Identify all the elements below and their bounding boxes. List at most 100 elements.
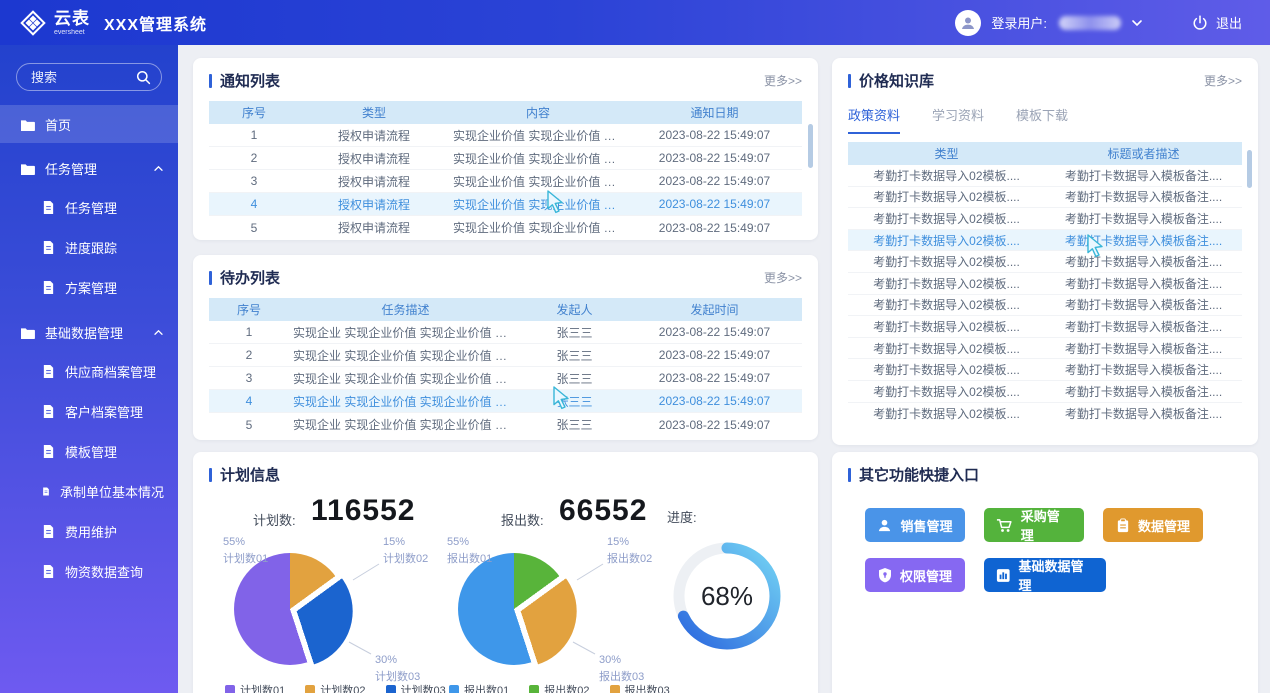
pie-label: 15% 计划数02 [383,536,429,565]
table-row[interactable]: 考勤打卡数据导入02模板.... 考勤打卡数据导入模板备注.... [848,272,1242,295]
cursor-icon [553,386,569,410]
bar-chart-icon [996,568,1010,582]
purchase-management-button[interactable]: 采购管理 [984,508,1084,543]
permission-management-button[interactable]: 权限管理 [865,558,965,592]
document-icon [43,487,49,495]
table-row[interactable]: 考勤打卡数据导入02模板.... 考勤打卡数据导入模板备注.... [848,337,1242,360]
price-knowledge-panel: 价格知识库 更多>> 政策资料 学习资料 模板下载 类型 标题或者描述 考勤打卡… [832,58,1258,445]
cursor-icon [547,190,563,214]
sidebar-item-progress-tracking[interactable]: 进度跟踪 [0,227,178,267]
table-row[interactable]: 2 实现企业 实现企业价值 实现企业价值 为客户谋利益... 张三三 2023-… [209,344,802,367]
sales-management-button[interactable]: 销售管理 [865,508,965,542]
sidebar-item-contractor-info[interactable]: 承制单位基本情况 [0,471,178,511]
table-header: 类型 标题或者描述 [848,142,1242,165]
legend-color-swatch [225,685,235,693]
legend-color-swatch [529,685,540,693]
more-link[interactable]: 更多>> [764,269,802,286]
document-icon [43,564,54,578]
sidebar-item-customer-archives[interactable]: 客户档案管理 [0,391,178,431]
table-row[interactable]: 考勤打卡数据导入02模板.... 考勤打卡数据导入模板备注.... [848,251,1242,273]
table-row[interactable]: 考勤打卡数据导入02模板.... 考勤打卡数据导入模板备注.... [848,316,1242,338]
table-row[interactable]: 考勤打卡数据导入02模板.... 考勤打卡数据导入模板备注.... [848,186,1242,209]
more-link[interactable]: 更多>> [764,72,802,89]
search-input[interactable] [31,69,136,85]
table-row[interactable]: 3 授权申请流程 实现企业价值 实现企业价值 为客户谋利益... 2023-08… [209,170,802,193]
legend-color-swatch [385,685,396,693]
kb-table-body: 考勤打卡数据导入02模板.... 考勤打卡数据导入模板备注.... 考勤打卡数据… [848,165,1242,425]
sidebar-item-material-data-query[interactable]: 物资数据查询 [0,551,178,591]
pie-exploded-slice[interactable] [464,555,577,668]
tab-template-download[interactable]: 模板下载 [1016,105,1068,134]
table-row[interactable]: 5 授权申请流程 实现企业价值 实现企业价值 为客户谋利益... 2023-08… [209,216,802,239]
panel-title: 价格知识库 [848,70,934,91]
logout-button[interactable]: 退出 [1191,13,1242,32]
tab-learning-materials[interactable]: 学习资料 [932,105,984,134]
pie-label: 30% 报出数03 [599,654,645,683]
sidebar-item-supplier-archives[interactable]: 供应商档案管理 [0,351,178,391]
table-row[interactable]: 2 授权申请流程 实现企业价值 实现企业价值 为客户谋利益... 2023-08… [209,147,802,170]
sidebar-item-task-management[interactable]: 任务管理 [0,187,178,227]
pie-exploded-slice[interactable] [240,555,353,668]
legend-item[interactable]: 报出数02 [529,682,590,693]
document-icon [43,524,54,538]
progress-value: 68% [700,580,754,611]
panel-title: 通知列表 [209,70,280,91]
table-header: 序号 类型 内容 通知日期 [209,101,802,124]
table-row[interactable]: 考勤打卡数据导入02模板.... 考勤打卡数据导入模板备注.... [848,294,1242,317]
table-row[interactable]: 1 授权申请流程 实现企业价值 实现企业价值 为客户谋利益... 2023-08… [209,124,802,147]
chevron-down-icon[interactable] [1131,19,1143,27]
table-row[interactable]: 考勤打卡数据导入02模板.... 考勤打卡数据导入模板备注.... [848,402,1242,425]
table-row[interactable]: 考勤打卡数据导入02模板.... 考勤打卡数据导入模板备注.... [848,229,1242,252]
table-row[interactable]: 3 实现企业 实现企业价值 实现企业价值 为客户谋利益... 张三三 2023-… [209,367,802,390]
legend-item[interactable]: 计划数01 [225,682,285,693]
sidebar-group-task-management[interactable]: 任务管理 [0,149,178,187]
tab-policy-materials[interactable]: 政策资料 [848,105,901,134]
sidebar-item-cost-maintenance[interactable]: 费用维护 [0,511,178,551]
panel-scrollbar[interactable] [808,124,813,168]
shortcuts-panel: 其它功能快捷入口 销售管理 采购管理 数据管理 权限管理 基础数据管理 [832,452,1258,693]
table-row[interactable]: 1 实现企业 实现企业价值 实现企业价值 为客户谋利益... 张三三 2023-… [209,321,802,344]
legend-item[interactable]: 计划数02 [305,682,366,693]
plan-info-panel: 计划信息 计划数: 116552 报出数: 66552 进度: 55% 计划数01… [193,452,818,693]
user-avatar[interactable] [955,9,982,36]
kb-tabs: 政策资料 学习资料 模板下载 [832,91,1258,134]
sidebar-menu: 首页 任务管理 任务管理 进度跟踪 方案管理 基础数据管理 供应商档案管理 客户… [0,105,178,591]
report-count-label: 报出数: [501,513,544,528]
table-row[interactable]: 考勤打卡数据导入02模板.... 考勤打卡数据导入模板备注.... [848,208,1242,230]
document-icon [43,280,54,294]
sidebar-search[interactable] [16,63,162,91]
notice-table-body: 1 授权申请流程 实现企业价值 实现企业价值 为客户谋利益... 2023-08… [209,124,802,239]
folder-icon [21,119,35,131]
panel-title: 计划信息 [209,464,280,485]
clipboard-icon [1117,517,1129,532]
basic-data-management-button[interactable]: 基础数据管理 [984,558,1106,593]
table-row[interactable]: 4 实现企业 实现企业价值 实现企业价值 为客户谋利益... 张三三 2023-… [209,390,802,413]
panel-scrollbar[interactable] [1247,150,1252,188]
legend-item[interactable]: 报出数01 [449,682,509,693]
pie-label: 55% 报出数01 [447,536,493,565]
user-icon [879,519,891,531]
table-row[interactable]: 5 实现企业 实现企业价值 实现企业价值 为客户谋利益... 张三三 2023-… [209,413,802,436]
table-row[interactable]: 考勤打卡数据导入02模板.... 考勤打卡数据导入模板备注.... [848,165,1242,187]
pie-legend: 计划数01 计划数02 计划数03 [225,682,446,693]
document-icon [43,364,54,378]
document-icon [43,404,54,418]
table-row[interactable]: 考勤打卡数据导入02模板.... 考勤打卡数据导入模板备注.... [848,380,1242,403]
more-link[interactable]: 更多>> [1204,72,1242,89]
legend-item[interactable]: 报出数03 [609,682,670,693]
chevron-up-icon [154,329,163,335]
search-icon[interactable] [136,70,151,85]
sidebar-item-plan-management[interactable]: 方案管理 [0,267,178,307]
table-row[interactable]: 考勤打卡数据导入02模板.... 考勤打卡数据导入模板备注.... [848,359,1242,381]
sidebar-item-template-management[interactable]: 模板管理 [0,431,178,471]
sidebar-item-home[interactable]: 首页 [0,105,178,143]
table-row[interactable]: 4 授权申请流程 实现企业价值 实现企业价值 为客户谋利益... 2023-08… [209,193,802,216]
data-management-button[interactable]: 数据管理 [1103,508,1203,542]
pie-legend: 报出数01 报出数02 报出数03 [449,682,670,693]
dashboard-root: 云表 eversheet XXX管理系统 登录用户: 退出 搜索 首页 任务管理… [0,0,1270,693]
sidebar-group-basic-data[interactable]: 基础数据管理 [0,313,178,351]
pie-label: 15% 报出数02 [607,536,653,565]
sidebar-nav: 首页 任务管理 任务管理 进度跟踪 方案管理 基础数据管理 [0,45,178,693]
user-name-blurred [1058,15,1121,30]
document-icon [43,444,54,458]
